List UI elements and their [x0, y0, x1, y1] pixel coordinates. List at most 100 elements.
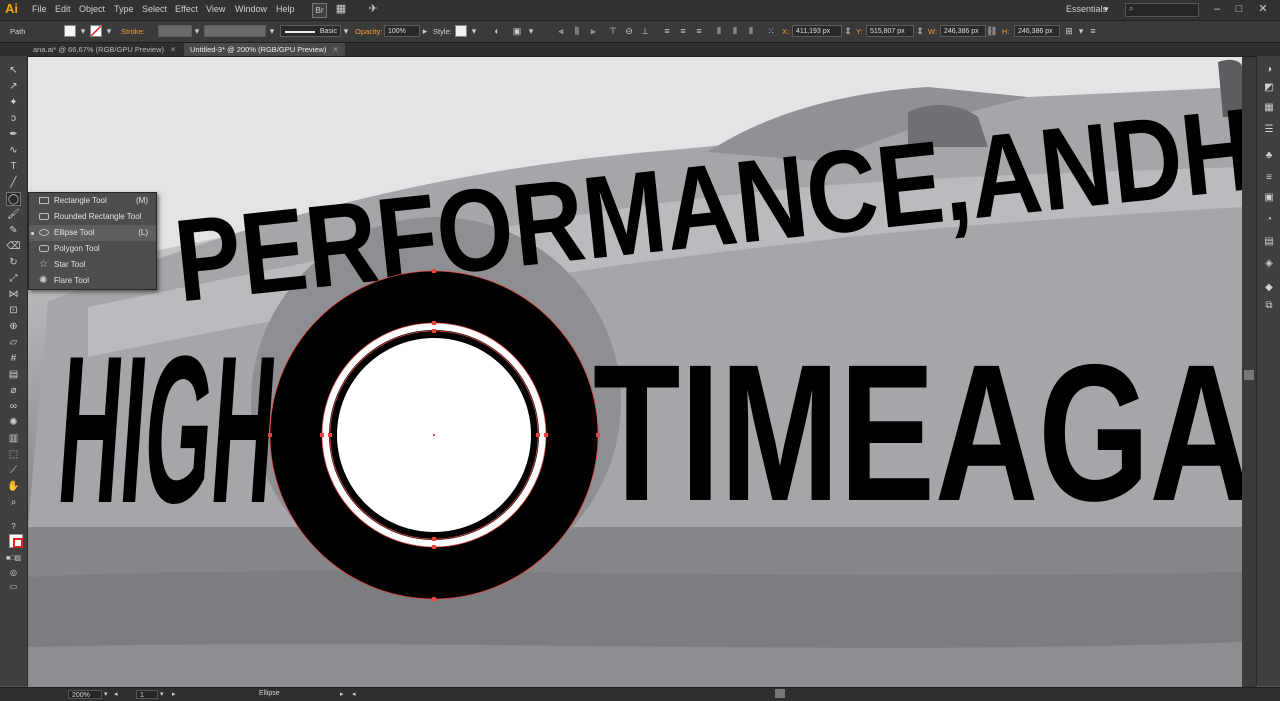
align-left-icon[interactable]: ⫷ [556, 26, 566, 36]
paintbrush-tool-icon[interactable]: 🖌 [6, 208, 21, 222]
mesh-tool-icon[interactable]: # [6, 352, 21, 366]
color-guide-icon[interactable]: ◩ [1263, 82, 1275, 94]
reference-point-icon[interactable]: ⁙ [766, 26, 776, 36]
pencil-tool-icon[interactable]: ✎ [6, 224, 21, 238]
gradient-tool-icon[interactable]: ▤ [6, 368, 21, 382]
gradient-panel-icon[interactable]: ▣ [1263, 192, 1275, 204]
menu-help[interactable]: Help [276, 4, 295, 14]
fill-swatch[interactable] [64, 25, 76, 37]
horizontal-scroll-thumb[interactable] [775, 689, 785, 698]
selection-tool-icon[interactable]: ↖ [6, 64, 21, 78]
stroke-color-icon[interactable] [13, 538, 23, 548]
panel-menu-icon[interactable]: ≡ [1088, 26, 1098, 36]
vertical-scroll-thumb[interactable] [1244, 370, 1254, 380]
artboard-canvas[interactable]: PERFORMANCE,ANDHI HIGH TIMEAGA [28, 57, 1242, 687]
chevron-down-icon[interactable]: ▾ [469, 26, 479, 36]
hand-tool-icon[interactable]: ✋ [6, 480, 21, 494]
menu-effect[interactable]: Effect [175, 4, 198, 14]
align-to-icon[interactable]: ▣ [512, 26, 522, 36]
chevron-down-icon[interactable]: ▾ [192, 26, 202, 36]
symbols-panel-icon[interactable]: ♣ [1263, 150, 1275, 162]
maximize-button[interactable]: □ [1232, 2, 1246, 16]
column-graph-tool-icon[interactable]: ▥ [6, 432, 21, 446]
line-segment-tool-icon[interactable]: ╱ [6, 176, 21, 190]
opacity-label[interactable]: Opacity: [355, 27, 383, 36]
distribute-center-icon[interactable]: ≡ [678, 26, 688, 36]
scale-tool-icon[interactable]: ⤢ [6, 272, 21, 286]
graphic-styles-icon[interactable]: ◈ [1263, 258, 1275, 270]
arrange-documents-icon[interactable]: ▦ [334, 2, 348, 16]
recolor-artwork-icon[interactable]: ◐ [492, 26, 502, 36]
slice-tool-icon[interactable]: ⟋ [6, 464, 21, 478]
flyout-rectangle-tool[interactable]: Rectangle Tool (M) [29, 193, 156, 209]
close-icon[interactable]: ✕ [332, 45, 338, 54]
distribute-right-icon[interactable]: ⦀ [746, 26, 756, 36]
artboards-panel-icon[interactable]: ⧉ [1263, 300, 1275, 312]
lasso-tool-icon[interactable]: ↄ [6, 112, 21, 126]
transform-options-icon[interactable]: ⊞ [1064, 26, 1074, 36]
status-menu-icon[interactable]: ▸ [340, 690, 344, 698]
chevron-down-icon[interactable]: ▾ [341, 26, 351, 36]
variable-width-field[interactable] [204, 25, 266, 37]
previous-artboard-icon[interactable]: ◂ [114, 690, 118, 698]
align-center-icon[interactable]: ⫼ [572, 26, 582, 36]
tab-untitled-3[interactable]: Untitled-3* @ 200% (RGB/GPU Preview) ✕ [184, 43, 345, 56]
width-tool-icon[interactable]: ⋈ [6, 288, 21, 302]
rotate-tool-icon[interactable]: ↻ [6, 256, 21, 270]
distribute-bottom-icon[interactable]: ≡ [694, 26, 704, 36]
graphic-style-swatch[interactable] [455, 25, 467, 37]
menu-edit[interactable]: Edit [55, 4, 71, 14]
chevron-down-icon[interactable]: ▾ [104, 690, 108, 698]
eraser-tool-icon[interactable]: ⌫ [6, 240, 21, 254]
artwork-text-line2-left[interactable]: HIGH [52, 312, 283, 547]
symbol-sprayer-tool-icon[interactable]: ✺ [6, 416, 21, 430]
chevron-down-icon[interactable]: ▾ [1104, 4, 1109, 15]
search-input[interactable]: ⌕ [1125, 3, 1199, 17]
y-position-field[interactable]: 515,807 px [866, 25, 914, 37]
brushes-panel-icon[interactable]: ☰ [1263, 124, 1275, 136]
appearance-panel-icon[interactable]: ▤ [1263, 236, 1275, 248]
flyout-ellipse-tool[interactable]: Ellipse Tool (L) [29, 225, 156, 241]
gpu-performance-icon[interactable]: ✈ [366, 2, 380, 16]
width-field[interactable]: 246,386 px [940, 25, 986, 37]
stroke-swatch[interactable] [90, 25, 102, 37]
swatches-panel-icon[interactable]: ▦ [1263, 102, 1275, 114]
zoom-field[interactable]: 200% [68, 690, 102, 699]
chevron-down-icon[interactable]: ▾ [526, 26, 536, 36]
stepper-icon[interactable]: ⇕ [843, 26, 853, 36]
workspace-switcher[interactable]: Essentials [1066, 4, 1107, 14]
brush-definition-field[interactable]: Basic [280, 25, 341, 37]
shape-builder-tool-icon[interactable]: ⊕ [6, 320, 21, 334]
artwork-text-line2-right[interactable]: TIMEAGA [593, 324, 1242, 542]
chevron-down-icon[interactable]: ▾ [160, 690, 164, 698]
scroll-left-icon[interactable]: ◂ [352, 690, 356, 698]
menu-type[interactable]: Type [114, 4, 134, 14]
distribute-left-icon[interactable]: ⦀ [714, 26, 724, 36]
chevron-down-icon[interactable]: ▾ [267, 26, 277, 36]
color-panel-icon[interactable]: ◑ [1263, 64, 1275, 76]
ellipse-tool-icon[interactable]: ◯ [6, 192, 21, 206]
chevron-down-icon[interactable]: ▾ [104, 26, 114, 36]
default-fill-stroke-icon[interactable]: ? [6, 520, 21, 534]
artboard-number-field[interactable]: 1 [136, 690, 158, 699]
stroke-label[interactable]: Stroke: [121, 27, 145, 36]
free-transform-tool-icon[interactable]: ⊡ [6, 304, 21, 318]
flyout-star-tool[interactable]: ☆ Star Tool [29, 257, 156, 273]
close-button[interactable]: ✕ [1256, 2, 1270, 16]
bridge-button[interactable]: Br [312, 3, 327, 18]
stroke-weight-field[interactable] [158, 25, 192, 37]
blend-tool-icon[interactable]: ∞ [6, 400, 21, 414]
layers-panel-icon[interactable]: ◆ [1263, 282, 1275, 294]
minimize-button[interactable]: – [1210, 2, 1224, 16]
draw-mode-icon[interactable]: ◎ [6, 566, 21, 580]
direct-selection-tool-icon[interactable]: ↗ [6, 80, 21, 94]
height-field[interactable]: 246,386 px [1014, 25, 1060, 37]
close-icon[interactable]: ✕ [170, 45, 176, 54]
align-top-icon[interactable]: ⊤ [608, 26, 618, 36]
flyout-rounded-rectangle-tool[interactable]: Rounded Rectangle Tool [29, 209, 156, 225]
chevron-down-icon[interactable]: ▾ [78, 26, 88, 36]
color-mode-icon[interactable]: ■□▨ [6, 552, 21, 566]
x-position-field[interactable]: 411,193 px [792, 25, 842, 37]
opacity-field[interactable]: 100% [384, 25, 420, 37]
type-tool-icon[interactable]: T [6, 160, 21, 174]
